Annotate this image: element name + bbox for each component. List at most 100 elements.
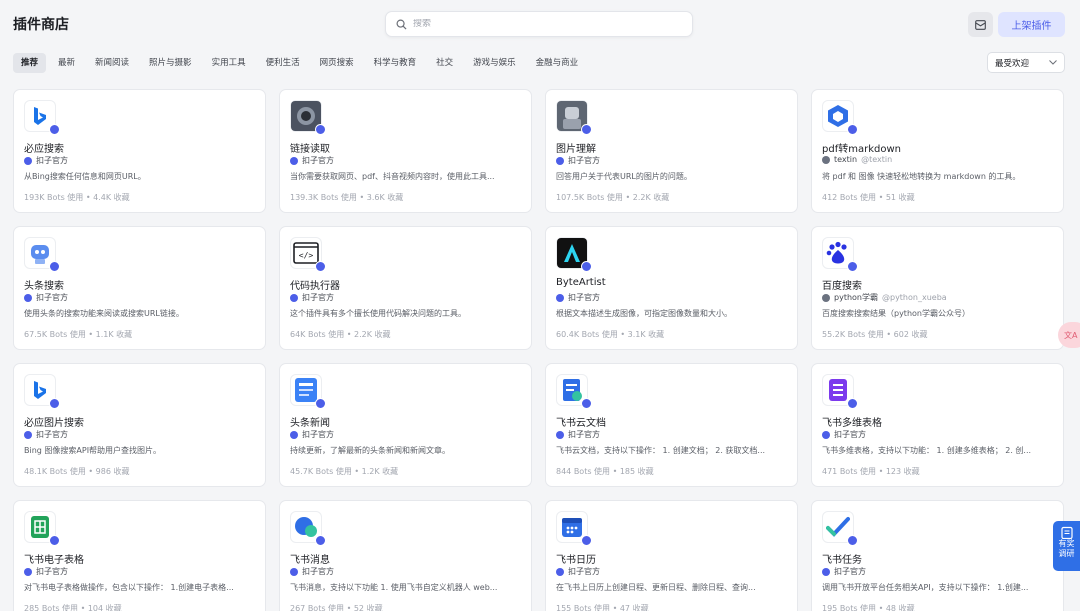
plugin-name: 必应搜索 xyxy=(24,144,64,155)
plugin-card[interactable]: 头条搜索 扣子官方 使用头条的搜索功能来阅读或搜索URL链接。 67.5K Bots … xyxy=(13,226,266,350)
tab-10[interactable]: 金融与商业 xyxy=(528,53,587,73)
mail-button[interactable] xyxy=(968,12,993,37)
tab-7[interactable]: 科学与教育 xyxy=(366,53,425,73)
plugin-author: textin @textin xyxy=(822,155,892,164)
tab-4[interactable]: 实用工具 xyxy=(204,53,254,73)
plugin-stats: 55.2K Bots 使用 • 602 收藏 xyxy=(822,330,928,339)
plugin-stats: 139.3K Bots 使用 • 3.6K 收藏 xyxy=(290,193,404,202)
plugin-card[interactable]: pdf转markdown textin @textin 将 pdf 和 图像 快速轻松… xyxy=(811,89,1064,213)
author-name: 扣子官方 xyxy=(302,156,334,165)
tab-9[interactable]: 游戏与娱乐 xyxy=(465,53,524,73)
category-tabs: 推荐 最新 新闻阅读 照片与摄影 实用工具 便利生活 网页搜索 科学与教育 社交 游戏与娱乐 金融与… xyxy=(13,53,590,73)
plugin-icon-wrap xyxy=(290,374,326,409)
plugin-card[interactable]: 飞书电子表格 扣子官方对飞书电子表格做操作，包含以下操作： 1.创建电子表格...… xyxy=(13,500,266,611)
plugin-badge-icon xyxy=(315,124,326,135)
author-name: 扣子官方 xyxy=(302,567,334,576)
plugin-author: 扣子官方 xyxy=(24,429,72,440)
plugin-stats: 107.5K Bots 使用 • 2.2K 收藏 xyxy=(556,193,670,202)
plugin-icon-wrap xyxy=(24,237,60,272)
plugin-icon-wrap xyxy=(24,511,60,546)
plugin-description: 调用飞书开放平台任务相关API，支持以下操作： 1.创建... xyxy=(822,583,1029,592)
author-avatar xyxy=(822,155,830,164)
plugin-description: Bing 图像搜索API帮助用户查找图片。 xyxy=(24,446,162,455)
message-icon xyxy=(294,516,318,538)
official-badge-icon xyxy=(290,293,298,302)
author-name: python学霸 xyxy=(834,293,878,302)
translate-float-button[interactable]: 文A xyxy=(1058,322,1080,348)
plugin-card[interactable]: 飞书任务 扣子官方 调用飞书开放平台任务相关API，支持以下操作： 1.创建... 1… xyxy=(811,500,1064,611)
plugin-icon-wrap xyxy=(556,374,592,409)
plugin-name: 必应图片搜索 xyxy=(24,418,84,429)
plugin-author: python学霸 @python_xueba xyxy=(822,292,947,303)
author-name: 扣子官方 xyxy=(834,430,866,439)
search-input[interactable] xyxy=(413,19,673,29)
plugin-badge-icon xyxy=(847,398,858,409)
plugin-description: 飞书消息，支持以下功能 1. 使用飞书自定义机器人 web... xyxy=(290,583,498,592)
plugin-card[interactable]: 飞书日历 扣子官方 在飞书上日历上创建日程、更新日程、删除日程、查询... 155 B… xyxy=(545,500,798,611)
plugin-badge-icon xyxy=(49,535,60,546)
author-name: 扣子官方 xyxy=(834,567,866,576)
plugin-stats: 67.5K Bots 使用 • 1.1K 收藏 xyxy=(24,330,133,339)
bing-icon xyxy=(32,380,48,400)
official-badge-icon xyxy=(24,156,32,165)
plugin-author: 扣子官方 xyxy=(822,566,870,577)
search-box[interactable] xyxy=(385,11,693,37)
plugin-card[interactable]: 图片理解 扣子官方 回答用户关于代表URL的图片的问题。 107.5K Bots 使用… xyxy=(545,89,798,213)
news-icon xyxy=(294,377,318,403)
plugin-description: 将 pdf 和 图像 快速轻松地转换为 markdown 的工具。 xyxy=(822,172,1021,181)
plugin-card[interactable]: 链接读取 扣子官方 当你需要获取网页、pdf、抖音视频内容时，使用此工具... 139… xyxy=(279,89,532,213)
author-name: 扣子官方 xyxy=(36,430,68,439)
plugin-badge-icon xyxy=(847,261,858,272)
publish-plugin-button[interactable]: 上架插件 xyxy=(998,12,1065,37)
plugin-badge-icon xyxy=(315,398,326,409)
plugin-icon-wrap xyxy=(556,100,592,135)
cube-icon xyxy=(827,104,849,128)
plugin-card[interactable]: 飞书消息 扣子官方 飞书消息，支持以下功能 1. 使用飞书自定义机器人 web...… xyxy=(279,500,532,611)
code-icon: </> xyxy=(293,242,319,264)
plugin-card[interactable]: 头条新闻 扣子官方 持续更新，了解最新的头条新闻和新闻文章。 45.7K Bots 使… xyxy=(279,363,532,487)
plugin-badge-icon xyxy=(581,124,592,135)
plugin-author: 扣子官方 xyxy=(556,429,604,440)
plugin-author: 扣子官方 xyxy=(24,566,72,577)
official-badge-icon xyxy=(290,156,298,165)
plugin-stats: 267 Bots 使用 • 52 收藏 xyxy=(290,604,383,611)
tab-1[interactable]: 最新 xyxy=(50,53,83,73)
sort-select[interactable]: 最受欢迎 xyxy=(987,52,1065,73)
tab-0[interactable]: 推荐 xyxy=(13,53,47,73)
plugin-card[interactable]: 必应图片搜索 扣子官方 Bing 图像搜索API帮助用户查找图片。 48.1K Bot… xyxy=(13,363,266,487)
plugin-description: 对飞书电子表格做操作，包含以下操作： 1.创建电子表格... xyxy=(24,583,234,592)
plugin-name: 飞书云文档 xyxy=(556,418,606,429)
plugin-author: 扣子官方 xyxy=(290,292,338,303)
survey-float-button[interactable]: 有奖 调研 xyxy=(1053,521,1080,571)
plugin-icon-wrap xyxy=(822,237,858,272)
plugin-description: 飞书多维表格，支持以下功能： 1. 创建多维表格； 2. 创... xyxy=(822,446,1032,455)
tab-2[interactable]: 新闻阅读 xyxy=(87,53,137,73)
plugin-stats: 48.1K Bots 使用 • 986 收藏 xyxy=(24,467,130,476)
plugin-badge-icon xyxy=(49,398,60,409)
tab-8[interactable]: 社交 xyxy=(428,53,461,73)
plugin-badge-icon xyxy=(315,535,326,546)
sheet-icon xyxy=(29,515,51,539)
plugin-stats: 285 Bots 使用 • 104 收藏 xyxy=(24,604,122,611)
bitable-icon xyxy=(827,378,849,402)
tab-6[interactable]: 网页搜索 xyxy=(312,53,362,73)
task-icon xyxy=(826,516,850,538)
plugin-card[interactable]: 飞书云文档 扣子官方飞书云文档，支持以下操作： 1. 创建文档； 2. 获取文档.… xyxy=(545,363,798,487)
plugin-card[interactable]: </> 代码执行器 扣子官方 这个插件具有多个擅长使用代码解决问题的工具。 64K Bo… xyxy=(279,226,532,350)
plugin-card[interactable]: 百度搜索 python学霸 @python_xueba 百度搜索搜索结果（python… xyxy=(811,226,1064,350)
plugin-card[interactable]: ByteArtist 扣子官方 根据文本描述生成图像，可指定图像数量和大小。 60.4… xyxy=(545,226,798,350)
survey-label-2: 调研 xyxy=(1058,549,1075,558)
plugin-card[interactable]: 飞书多维表格 扣子官方 飞书多维表格，支持以下功能： 1. 创建多维表格； 2. 创… xyxy=(811,363,1064,487)
plugin-name: 飞书电子表格 xyxy=(24,555,84,566)
tab-3[interactable]: 照片与摄影 xyxy=(141,53,200,73)
plugin-author: 扣子官方 xyxy=(556,155,604,166)
plugin-description: 飞书云文档，支持以下操作： 1. 创建文档； 2. 获取文档... xyxy=(556,446,766,455)
baidu-icon xyxy=(825,240,851,266)
page-title: 插件商店 xyxy=(13,17,69,33)
tab-5[interactable]: 便利生活 xyxy=(258,53,308,73)
robot-icon xyxy=(27,240,53,266)
chevron-down-icon xyxy=(1049,60,1057,65)
plugin-name: 链接读取 xyxy=(290,144,330,155)
plugin-name: 头条新闻 xyxy=(290,418,330,429)
plugin-card[interactable]: 必应搜索 扣子官方 从Bing搜索任何信息和网页URL。 193K Bots 使用 •… xyxy=(13,89,266,213)
